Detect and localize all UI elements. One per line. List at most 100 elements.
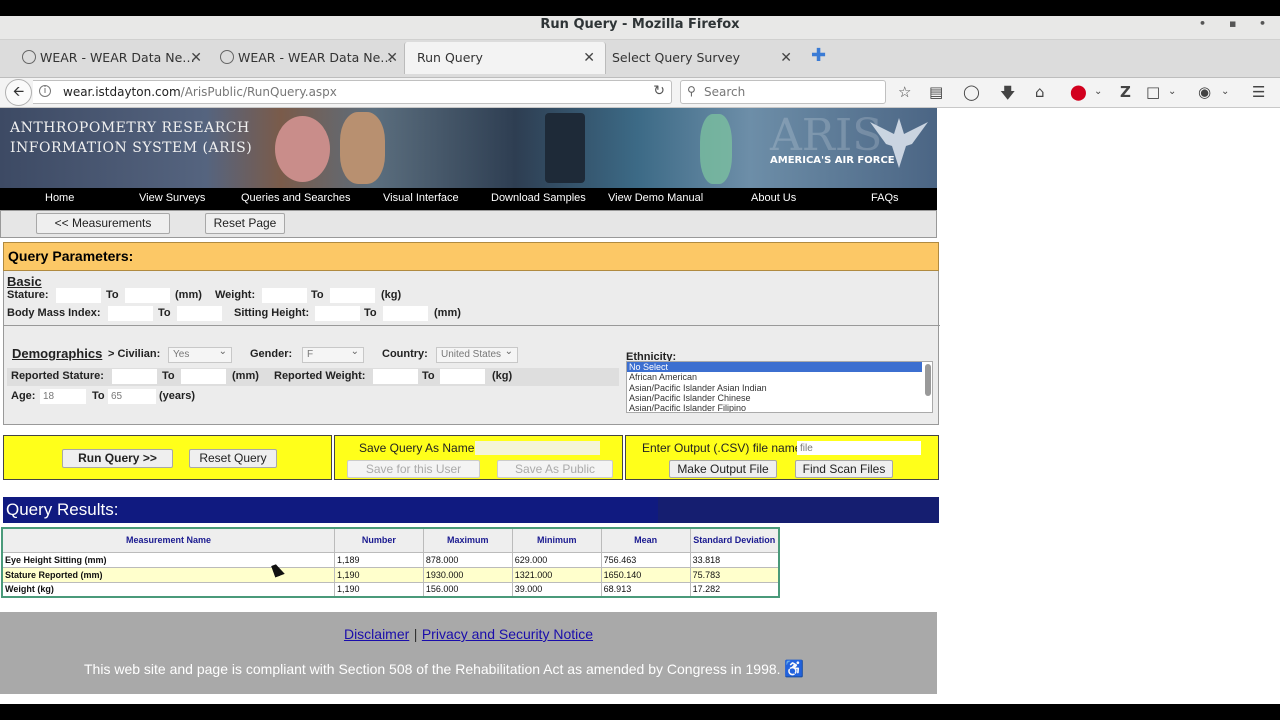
country-select[interactable]: United States: [436, 345, 518, 363]
globe-icon: [22, 50, 36, 64]
zotero-icon[interactable]: Z: [1120, 83, 1131, 101]
stature-min-input[interactable]: [56, 288, 101, 303]
table-cell: 1321.000: [511, 566, 602, 583]
menu-home[interactable]: Home: [45, 192, 74, 204]
tab-select-query-survey[interactable]: Select Query Survey ✕: [600, 42, 800, 74]
reload-icon[interactable]: ↻: [653, 83, 665, 99]
bookmark-star-icon[interactable]: ☆: [898, 83, 911, 101]
menu-view-demo-manual[interactable]: View Demo Manual: [608, 192, 703, 204]
find-scan-files-button[interactable]: Find Scan Files: [795, 460, 893, 478]
save-as-public-button[interactable]: Save As Public: [497, 460, 613, 478]
tab-run-query[interactable]: Run Query ✕: [404, 42, 606, 74]
window-titlebar: Run Query - Mozilla Firefox • ▪ •: [0, 16, 1280, 40]
ethnicity-option[interactable]: Asian/Pacific Islander Chinese: [627, 393, 932, 403]
column-header: Maximum: [422, 527, 513, 553]
new-tab-icon[interactable]: ✚: [811, 45, 826, 66]
disclaimer-link[interactable]: Disclaimer: [344, 626, 409, 642]
url-domain: wear.istdayton.com: [63, 85, 181, 99]
menu-faqs[interactable]: FAQs: [871, 192, 899, 204]
weight-min-input[interactable]: [262, 288, 307, 303]
table-cell: 17.282: [689, 581, 780, 598]
menu-download-samples[interactable]: Download Samples: [491, 192, 586, 204]
save-query-name-label: Save Query As Name:: [359, 441, 478, 455]
close-window-icon[interactable]: •: [1259, 16, 1266, 32]
run-query-button[interactable]: Run Query >>: [62, 449, 173, 468]
gender-select[interactable]: F: [302, 345, 364, 363]
download-icon[interactable]: 🡇: [1000, 83, 1015, 108]
bmi-min-input[interactable]: [108, 306, 153, 321]
bmi-max-input[interactable]: [177, 306, 222, 321]
run-query-panel: Run Query >> Reset Query: [3, 435, 332, 480]
tab-wear-1[interactable]: WEAR - WEAR Data Ne… ✕: [0, 42, 210, 74]
reported-stature-min-input[interactable]: [112, 369, 157, 384]
bmi-label: Body Mass Index:: [7, 307, 101, 319]
to-label: To: [422, 370, 435, 382]
make-output-file-button[interactable]: Make Output File: [669, 460, 777, 478]
menu-visual-interface[interactable]: Visual Interface: [383, 192, 459, 204]
privacy-link[interactable]: Privacy and Security Notice: [422, 626, 593, 642]
save-for-user-button[interactable]: Save for this User: [347, 460, 480, 478]
menu-view-surveys[interactable]: View Surveys: [139, 192, 205, 204]
hamburger-menu-icon[interactable]: ☰: [1252, 83, 1265, 101]
table-cell: 878.000: [422, 551, 513, 568]
civilian-select[interactable]: Yes: [168, 345, 232, 363]
reported-weight-min-input[interactable]: [373, 369, 418, 384]
tab-strip: WEAR - WEAR Data Ne… ✕ WEAR - WEAR Data …: [0, 40, 1280, 78]
footer-separator: |: [413, 626, 418, 642]
table-cell: Weight (kg): [1, 581, 335, 598]
reading-list-icon[interactable]: ▤: [929, 83, 943, 101]
query-parameters-panel: Basic Stature: To (mm) Weight: To (kg) B…: [3, 271, 940, 425]
section-divider: [4, 325, 940, 326]
ethnicity-option[interactable]: African American: [627, 372, 932, 382]
table-cell: 1650.140: [600, 566, 691, 583]
age-max-input[interactable]: 65: [108, 389, 156, 404]
info-icon[interactable]: i: [39, 85, 51, 97]
years-unit-label: (years): [159, 390, 196, 402]
tab-close-icon[interactable]: ✕: [583, 42, 595, 74]
measurements-button[interactable]: << Measurements: [36, 213, 170, 234]
weight-max-input[interactable]: [330, 288, 375, 303]
tab-close-icon[interactable]: ✕: [386, 42, 398, 74]
listbox-scrollbar[interactable]: [925, 364, 931, 396]
back-button[interactable]: 🡨: [5, 79, 32, 106]
stature-label: Stature:: [7, 289, 49, 301]
pocket-icon[interactable]: ◯: [963, 83, 980, 101]
reset-query-button[interactable]: Reset Query: [189, 449, 277, 468]
document-icon[interactable]: □: [1146, 83, 1160, 101]
ethnicity-option[interactable]: Asian/Pacific Islander Asian Indian: [627, 383, 932, 393]
search-input[interactable]: ⚲ Search: [680, 80, 886, 104]
banner-face-image: [340, 112, 385, 184]
country-label: Country:: [382, 348, 428, 360]
chevron-down-icon[interactable]: ⌄: [1221, 86, 1229, 97]
sitting-height-min-input[interactable]: [315, 306, 360, 321]
home-icon[interactable]: ⌂: [1035, 83, 1045, 101]
chevron-down-icon[interactable]: ⌄: [1094, 86, 1102, 97]
age-min-input[interactable]: 18: [40, 389, 86, 404]
compliance-statement: This web site and page is compliant with…: [84, 659, 804, 679]
save-query-name-input[interactable]: [475, 441, 600, 455]
compliance-text: This web site and page is compliant with…: [84, 661, 781, 677]
table-row: Weight (kg) 1,190 156.000 39.000 68.913 …: [1, 581, 780, 598]
menu-queries-and-searches[interactable]: Queries and Searches: [241, 192, 350, 204]
reported-weight-max-input[interactable]: [440, 369, 485, 384]
banner-head-image: [275, 116, 330, 182]
stature-max-input[interactable]: [125, 288, 170, 303]
reported-stature-max-input[interactable]: [181, 369, 226, 384]
tab-close-icon[interactable]: ✕: [780, 42, 792, 74]
url-bar[interactable]: i wear.istdayton.com/ArisPublic/RunQuery…: [33, 80, 672, 104]
to-label: To: [106, 289, 119, 301]
minimize-icon[interactable]: •: [1199, 16, 1206, 32]
output-file-input[interactable]: file: [797, 441, 921, 455]
adblock-icon[interactable]: ⬤: [1070, 83, 1087, 101]
chevron-down-icon[interactable]: ⌄: [1168, 86, 1176, 97]
menu-about-us[interactable]: About Us: [751, 192, 796, 204]
web-page: Anthropometry Research Information Syste…: [0, 108, 1280, 704]
ethnicity-option[interactable]: No Select: [627, 362, 922, 373]
reset-page-button[interactable]: Reset Page: [205, 213, 285, 234]
sitting-height-max-input[interactable]: [383, 306, 428, 321]
ethnicity-listbox[interactable]: No Select African American Asian/Pacific…: [626, 361, 933, 413]
tab-wear-2[interactable]: WEAR - WEAR Data Ne… ✕: [198, 42, 408, 74]
extension-icon[interactable]: ◉: [1198, 83, 1211, 101]
maximize-icon[interactable]: ▪: [1229, 16, 1236, 32]
ethnicity-option[interactable]: Asian/Pacific Islander Filipino: [627, 403, 932, 412]
